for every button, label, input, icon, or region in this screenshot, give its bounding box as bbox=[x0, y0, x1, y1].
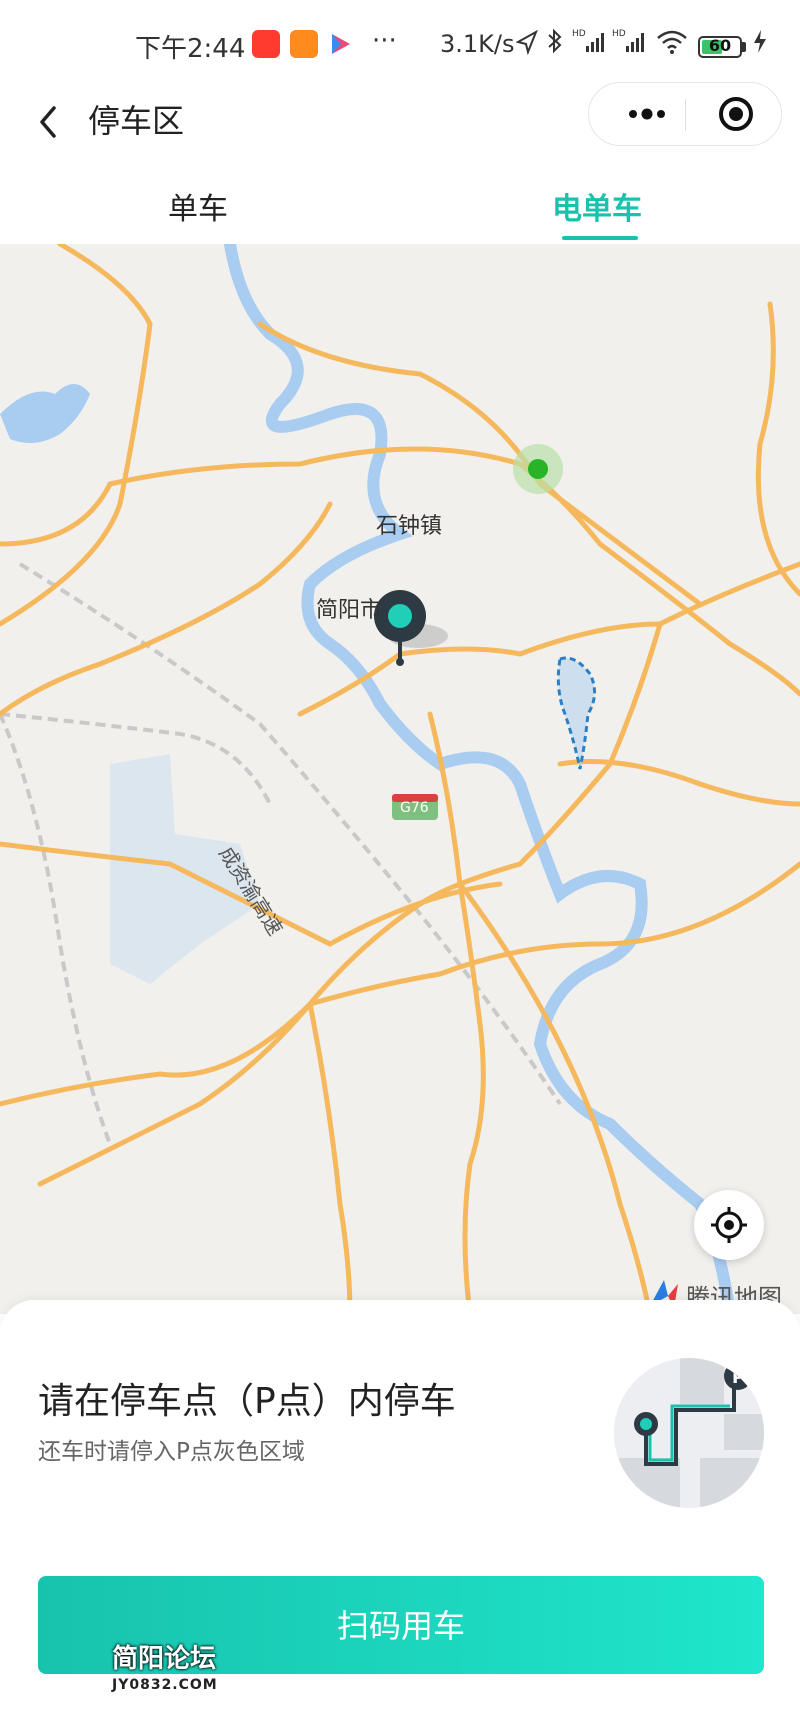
parking-title: 请在停车点（P点）内停车 bbox=[38, 1381, 456, 1422]
chevron-left-icon[interactable] bbox=[30, 102, 70, 142]
lake-shape bbox=[0, 384, 90, 443]
nav-bar: 停车区 bbox=[0, 80, 800, 170]
more-dots-icon[interactable] bbox=[627, 101, 667, 127]
signal-hd-icon-2: HD bbox=[612, 26, 648, 60]
signal-hd-icon: HD bbox=[572, 26, 608, 60]
capsule-divider bbox=[685, 99, 686, 131]
pin-base bbox=[396, 658, 404, 666]
svg-text:HD: HD bbox=[572, 29, 586, 39]
page-title: 停车区 bbox=[88, 102, 185, 140]
tab-bike[interactable]: 单车 bbox=[168, 184, 228, 228]
svg-text:P: P bbox=[732, 1368, 744, 1388]
parking-route-icon: P bbox=[614, 1358, 764, 1508]
map-canvas bbox=[0, 244, 800, 1314]
location-arrow-icon bbox=[515, 26, 538, 60]
miniprogram-capsule bbox=[588, 82, 782, 146]
charging-icon bbox=[752, 26, 768, 60]
tab-ebike[interactable]: 电单车 bbox=[552, 184, 642, 228]
net-speed: 3.1K/s bbox=[440, 30, 515, 58]
battery-cap bbox=[742, 42, 746, 52]
railway-line-3 bbox=[0, 713, 112, 1145]
svg-text:HD: HD bbox=[612, 29, 626, 39]
region-boundary bbox=[556, 656, 596, 770]
renrenche-app-icon bbox=[290, 30, 318, 58]
watermark-title: 简阳论坛 bbox=[112, 1644, 217, 1674]
tmall-app-icon bbox=[252, 30, 280, 58]
status-more: ··· bbox=[372, 26, 397, 56]
watermark-url: JY0832.COM bbox=[112, 1677, 218, 1693]
map-label-city: 简阳市 bbox=[316, 598, 383, 623]
parking-info-sheet: 请在停车点（P点）内停车 还车时请停入P点灰色区域 P 扫码用车 简阳论坛 JY… bbox=[0, 1300, 800, 1734]
battery-level: 60 bbox=[708, 36, 732, 55]
play-store-icon bbox=[326, 30, 354, 58]
green-location-dot bbox=[528, 459, 548, 479]
map-label-town: 石钟镇 bbox=[376, 514, 443, 539]
battery-icon: 60 bbox=[698, 36, 742, 58]
target-circle-icon[interactable] bbox=[717, 95, 755, 133]
forum-watermark: 简阳论坛 JY0832.COM bbox=[112, 1638, 218, 1693]
map-label-highway: G76 bbox=[400, 800, 429, 816]
location-pin-center bbox=[388, 604, 412, 628]
vehicle-tabs: 单车 电单车 bbox=[0, 170, 800, 244]
locate-button[interactable] bbox=[694, 1190, 764, 1260]
map-view[interactable]: 石钟镇 简阳市 G76 成资渝高速 bbox=[0, 244, 800, 1314]
bluetooth-icon bbox=[546, 26, 564, 60]
active-tab-indicator bbox=[562, 236, 638, 240]
wifi-icon bbox=[654, 26, 690, 60]
parking-subtitle: 还车时请停入P点灰色区域 bbox=[38, 1439, 305, 1465]
crosshair-icon bbox=[711, 1207, 747, 1243]
status-time: 下午2:44 bbox=[135, 34, 246, 64]
